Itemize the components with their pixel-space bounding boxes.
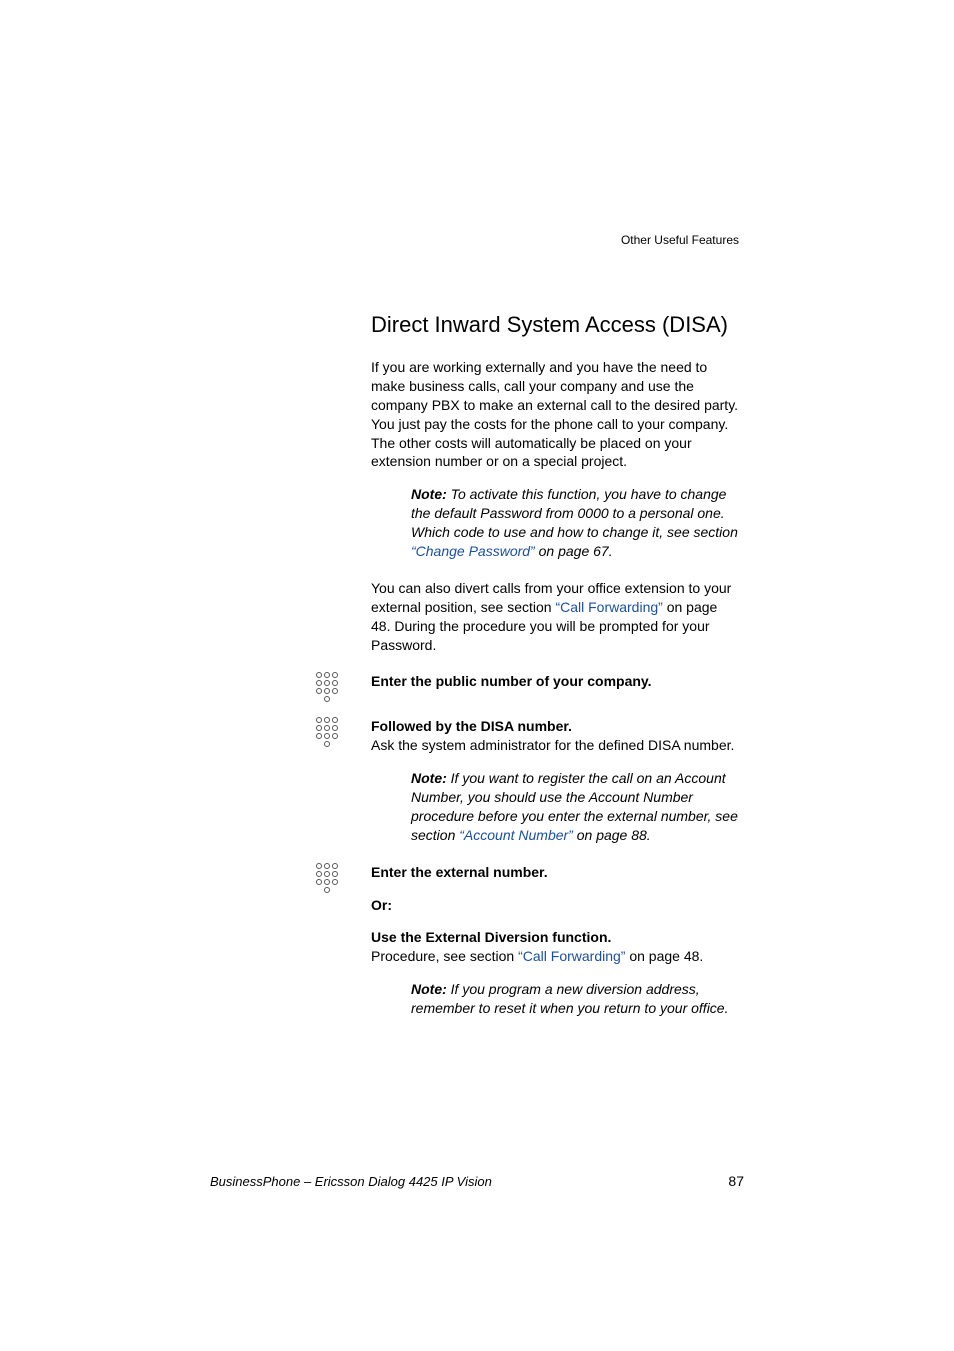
step-2-subtitle: Ask the system administrator for the def…	[371, 736, 739, 755]
running-header: Other Useful Features	[621, 233, 739, 247]
link-call-forwarding-1[interactable]: “Call Forwarding”	[555, 599, 662, 615]
step-3-row: Enter the external number.	[371, 863, 739, 882]
keypad-icon	[316, 863, 338, 895]
ext-diversion-title: Use the External Diversion function.	[371, 928, 739, 947]
divert-paragraph: You can also divert calls from your offi…	[371, 579, 739, 655]
step-2-row: Followed by the DISA number. Ask the sys…	[371, 717, 739, 755]
note-reset: Note: If you program a new diversion add…	[371, 980, 739, 1018]
link-call-forwarding-2[interactable]: “Call Forwarding”	[518, 948, 625, 964]
step-3-instruction: Enter the external number.	[371, 863, 739, 882]
note-label: Note:	[411, 486, 447, 502]
keypad-icon	[316, 672, 338, 704]
step-1-instruction: Enter the public number of your company.	[371, 672, 739, 691]
footer-product: BusinessPhone – Ericsson Dialog 4425 IP …	[210, 1174, 492, 1189]
or-label: Or:	[371, 896, 739, 915]
ext-diversion-sub: Procedure, see section “Call Forwarding”…	[371, 947, 739, 966]
content-column: Direct Inward System Access (DISA) If yo…	[371, 312, 739, 1036]
link-account-number[interactable]: “Account Number”	[459, 827, 573, 843]
note-text-after: on page 88.	[573, 827, 651, 843]
section-title: Direct Inward System Access (DISA)	[371, 312, 739, 338]
note-text-before: To activate this function, you have to c…	[411, 486, 738, 540]
note-account: Note: If you want to register the call o…	[371, 769, 739, 845]
note-text: If you program a new diversion address, …	[411, 981, 728, 1016]
note-label: Note:	[411, 981, 447, 997]
note-activate: Note: To activate this function, you hav…	[371, 485, 739, 561]
ext-diversion-row: Use the External Diversion function. Pro…	[371, 928, 739, 966]
keypad-icon	[316, 717, 338, 749]
page-number: 87	[728, 1173, 744, 1189]
page-footer: BusinessPhone – Ericsson Dialog 4425 IP …	[210, 1173, 744, 1189]
ext-div-before: Procedure, see section	[371, 948, 518, 964]
step-1-row: Enter the public number of your company.	[371, 672, 739, 691]
note-text-after: on page 67.	[535, 543, 613, 559]
document-page: Other Useful Features Direct Inward Syst…	[0, 0, 954, 1351]
intro-paragraph: If you are working externally and you ha…	[371, 358, 739, 471]
note-label: Note:	[411, 770, 451, 786]
ext-div-after: on page 48.	[625, 948, 703, 964]
link-change-password[interactable]: “Change Password”	[411, 543, 535, 559]
step-2-title: Followed by the DISA number.	[371, 717, 739, 736]
